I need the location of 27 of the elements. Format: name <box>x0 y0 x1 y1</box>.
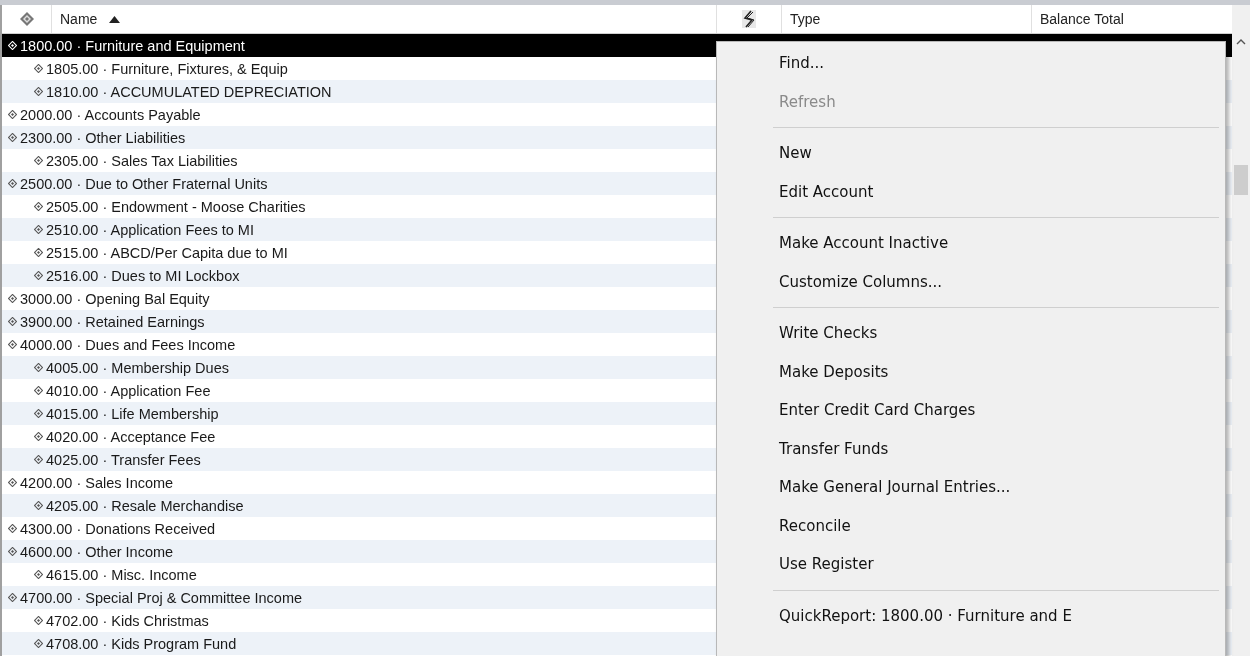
account-name: 2500.00 · Due to Other Fraternal Units <box>20 175 268 192</box>
account-name: 4708.00 · Kids Program Fund <box>46 635 237 652</box>
account-name: 4205.00 · Resale Merchandise <box>46 497 244 514</box>
account-name: 4015.00 · Life Membership <box>46 405 219 422</box>
account-name: 2000.00 · Accounts Payable <box>20 106 201 123</box>
account-name: 2505.00 · Endowment - Moose Charities <box>46 198 306 215</box>
account-name: 2516.00 · Dues to MI Lockbox <box>46 267 240 284</box>
account-name: 2510.00 · Application Fees to MI <box>46 221 254 238</box>
account-name: 2515.00 · ABCD/Per Capita due to MI <box>46 244 288 261</box>
account-name: 4700.00 · Special Proj & Committee Income <box>20 589 303 606</box>
account-name: 4010.00 · Application Fee <box>46 382 211 399</box>
account-name: 4200.00 · Sales Income <box>20 474 174 491</box>
account-name: 3000.00 · Opening Bal Equity <box>20 290 210 307</box>
account-name: 4615.00 · Misc. Income <box>46 566 197 583</box>
account-name: 4025.00 · Transfer Fees <box>46 451 201 468</box>
account-name: 4702.00 · Kids Christmas <box>46 612 209 629</box>
account-name: 4000.00 · Dues and Fees Income <box>20 336 236 353</box>
account-name: 4020.00 · Acceptance Fee <box>46 428 216 445</box>
account-name: 1805.00 · Furniture, Fixtures, & Equip <box>46 60 288 77</box>
account-name: 4300.00 · Donations Received <box>20 520 216 537</box>
account-name: 1800.00 · Furniture and Equipment <box>20 37 245 54</box>
account-name: 2305.00 · Sales Tax Liabilities <box>46 152 238 169</box>
account-name: 3900.00 · Retained Earnings <box>20 313 205 330</box>
account-name: 1810.00 · ACCUMULATED DEPRECIATION <box>46 83 332 100</box>
account-name: 4600.00 · Other Income <box>20 543 174 560</box>
account-name: 4005.00 · Membership Dues <box>46 359 229 376</box>
account-name: 2300.00 · Other Liabilities <box>20 129 186 146</box>
